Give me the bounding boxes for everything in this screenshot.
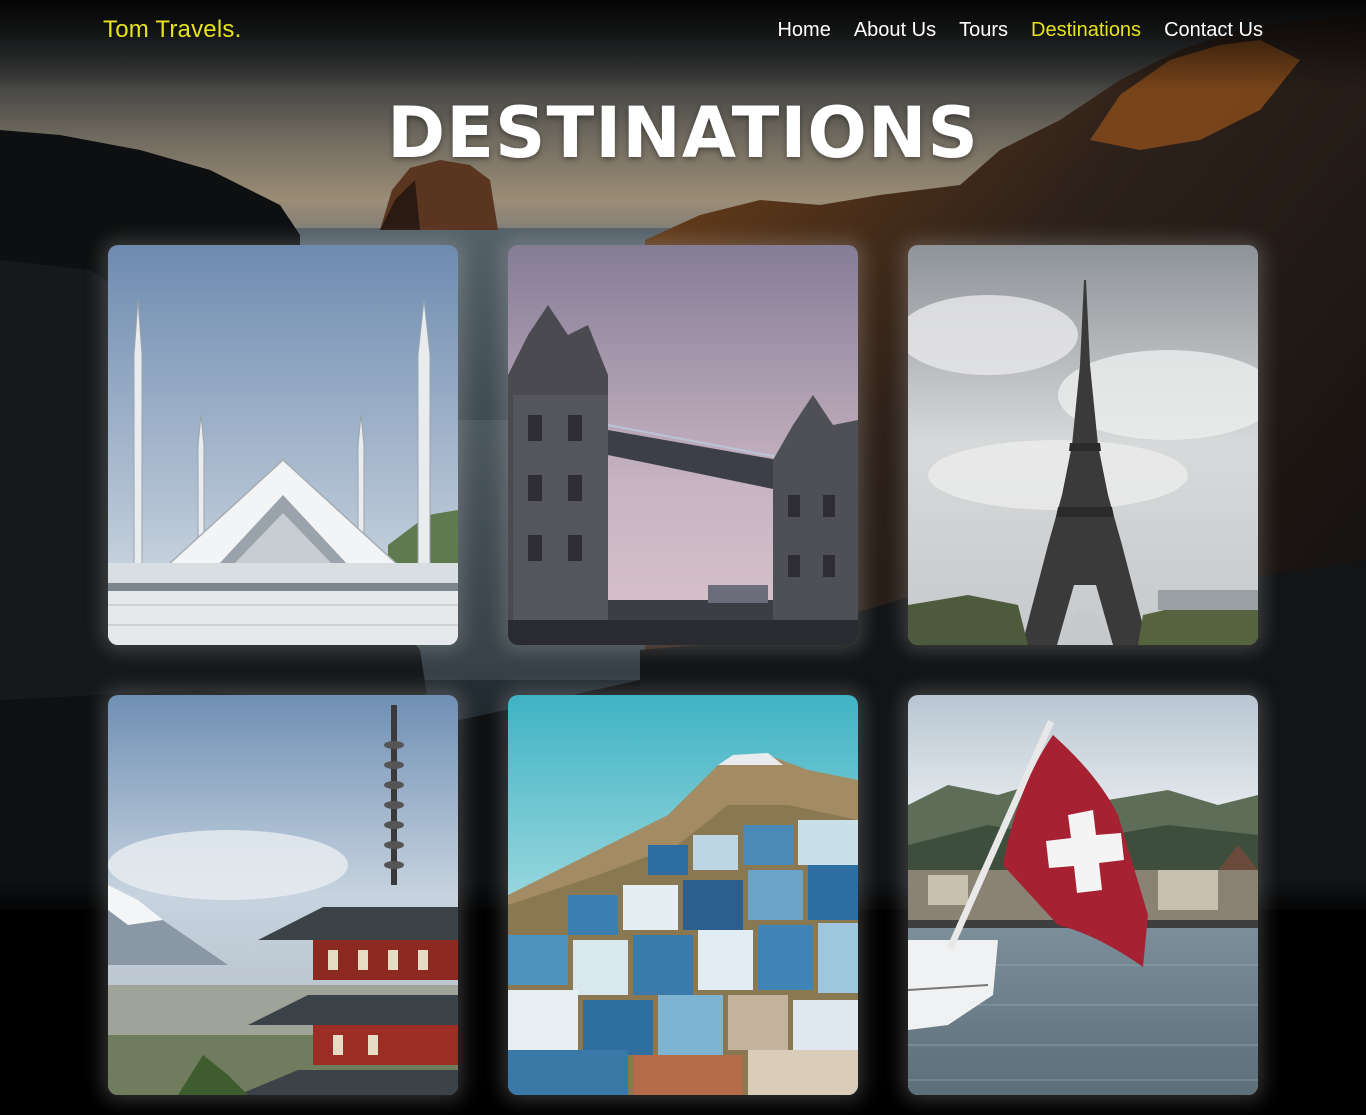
destination-card-eiffel-tower[interactable] [908,245,1258,645]
tower-bridge-photo [508,245,858,645]
mosque-minarets-photo [108,245,458,645]
nav-home[interactable]: Home [777,19,830,42]
destination-card-swiss-lake[interactable] [908,695,1258,1095]
nav-menu: Home About Us Tours Destinations Contact… [777,19,1263,42]
page-title: DESTINATIONS [387,92,979,174]
brand-logo[interactable]: Tom Travels. [103,16,241,44]
nav-destinations[interactable]: Destinations [1031,19,1141,42]
nav-about-us[interactable]: About Us [854,19,936,42]
destination-card-pagoda[interactable] [108,695,458,1095]
nav-tours[interactable]: Tours [959,19,1008,42]
destination-card-mosque[interactable] [108,245,458,645]
destinations-grid [108,245,1258,1095]
destination-card-blue-town[interactable] [508,695,858,1095]
eiffel-tower-photo [908,245,1258,645]
blue-town-hillside-photo [508,695,858,1095]
nav-contact-us[interactable]: Contact Us [1164,19,1263,42]
pagoda-mountain-photo [108,695,458,1095]
destination-card-tower-bridge[interactable] [508,245,858,645]
top-navbar: Tom Travels. Home About Us Tours Destina… [0,0,1366,64]
swiss-flag-lake-photo [908,695,1258,1095]
